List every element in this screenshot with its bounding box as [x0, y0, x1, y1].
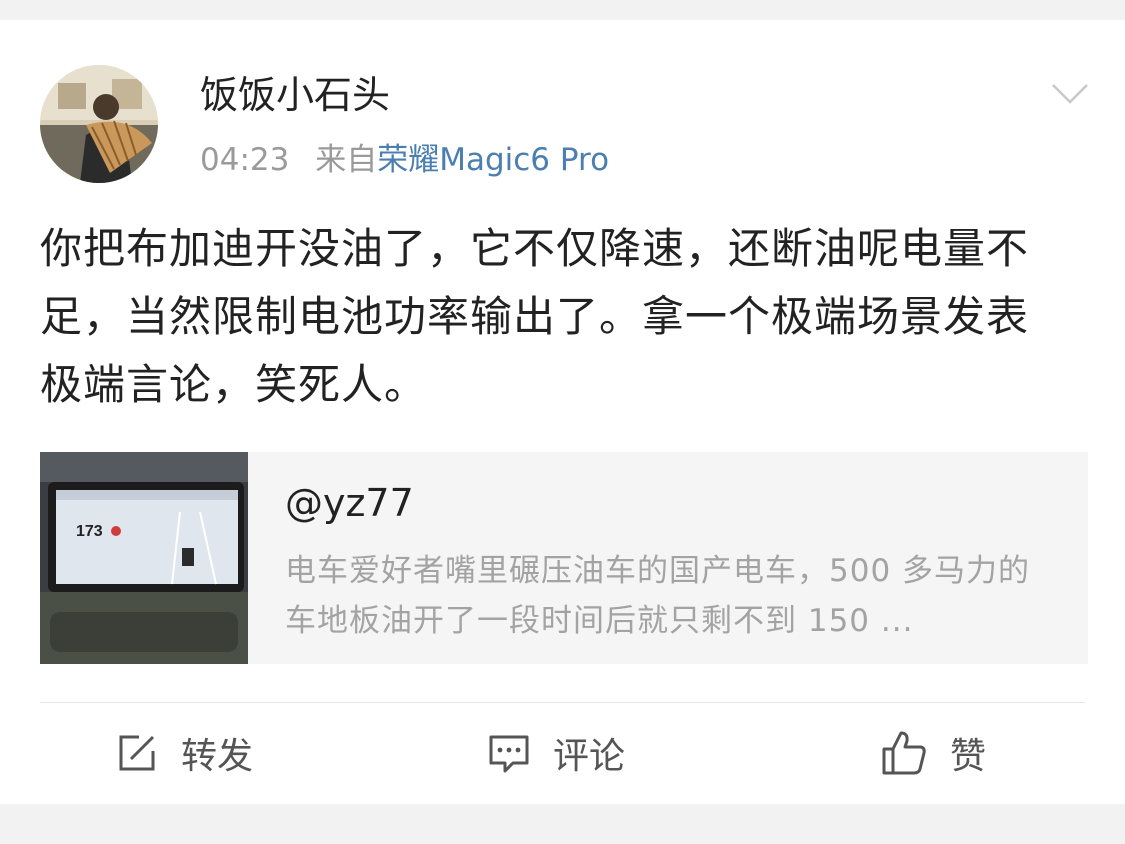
repost-label: 转发	[181, 736, 254, 777]
comment-label: 评论	[553, 736, 626, 777]
thumbs-up-icon	[882, 731, 926, 775]
avatar[interactable]	[40, 65, 158, 183]
share-edit-icon	[119, 735, 155, 771]
post-source-prefix: 来自	[315, 142, 378, 178]
like-button[interactable]: 赞	[880, 728, 986, 778]
post-content: 你把布加迪开没油了，它不仅降速，还断油呢电量不足，当然限制电池功率输出了。拿一个…	[40, 224, 1030, 409]
repost-card[interactable]: 173 @yz77 电车爱好者嘴里碾压油车的国产电车，500 多马力的车地板油开…	[40, 452, 1088, 664]
post-source-device[interactable]: 荣耀Magic6 Pro	[377, 142, 609, 178]
like-label: 赞	[950, 736, 987, 777]
comment-icon	[489, 735, 529, 773]
thumbnail-speed: 173	[76, 523, 103, 540]
repost-button[interactable]: 转发	[115, 728, 253, 778]
weibo-post-card: 饭饭小石头 04:23 来自荣耀Magic6 Pro 你把布加迪开没油了，它不仅…	[0, 20, 1125, 804]
repost-username[interactable]: @yz77	[285, 480, 414, 526]
chevron-down-icon[interactable]	[1050, 82, 1090, 106]
repost-thumbnail: 173	[40, 452, 248, 664]
repost-snippet: 电车爱好者嘴里碾压油车的国产电车，500 多马力的车地板油开了一段时间后就只剩不…	[285, 553, 1031, 639]
post-meta: 04:23 来自荣耀Magic6 Pro	[200, 140, 609, 180]
post-time: 04:23	[200, 142, 290, 178]
comment-button[interactable]: 评论	[487, 728, 625, 778]
post-username[interactable]: 饭饭小石头	[200, 72, 390, 118]
divider	[40, 702, 1085, 703]
